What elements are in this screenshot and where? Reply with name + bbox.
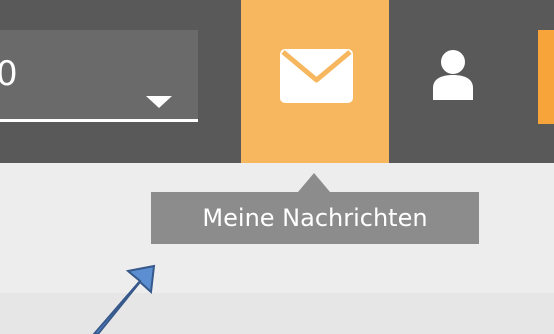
user-icon xyxy=(433,50,473,100)
mail-icon xyxy=(280,49,353,103)
header-select[interactable]: 0 xyxy=(0,30,198,122)
edge-accent-button[interactable] xyxy=(538,30,554,124)
tooltip-pointer xyxy=(298,173,330,192)
select-value: 0 xyxy=(0,54,18,94)
chevron-down-icon[interactable] xyxy=(146,96,172,108)
top-bar: 0 xyxy=(0,0,554,163)
content-strip xyxy=(0,293,554,334)
messages-button[interactable] xyxy=(241,0,389,163)
messages-tooltip: Meine Nachrichten xyxy=(151,192,479,244)
user-button[interactable] xyxy=(389,0,535,163)
